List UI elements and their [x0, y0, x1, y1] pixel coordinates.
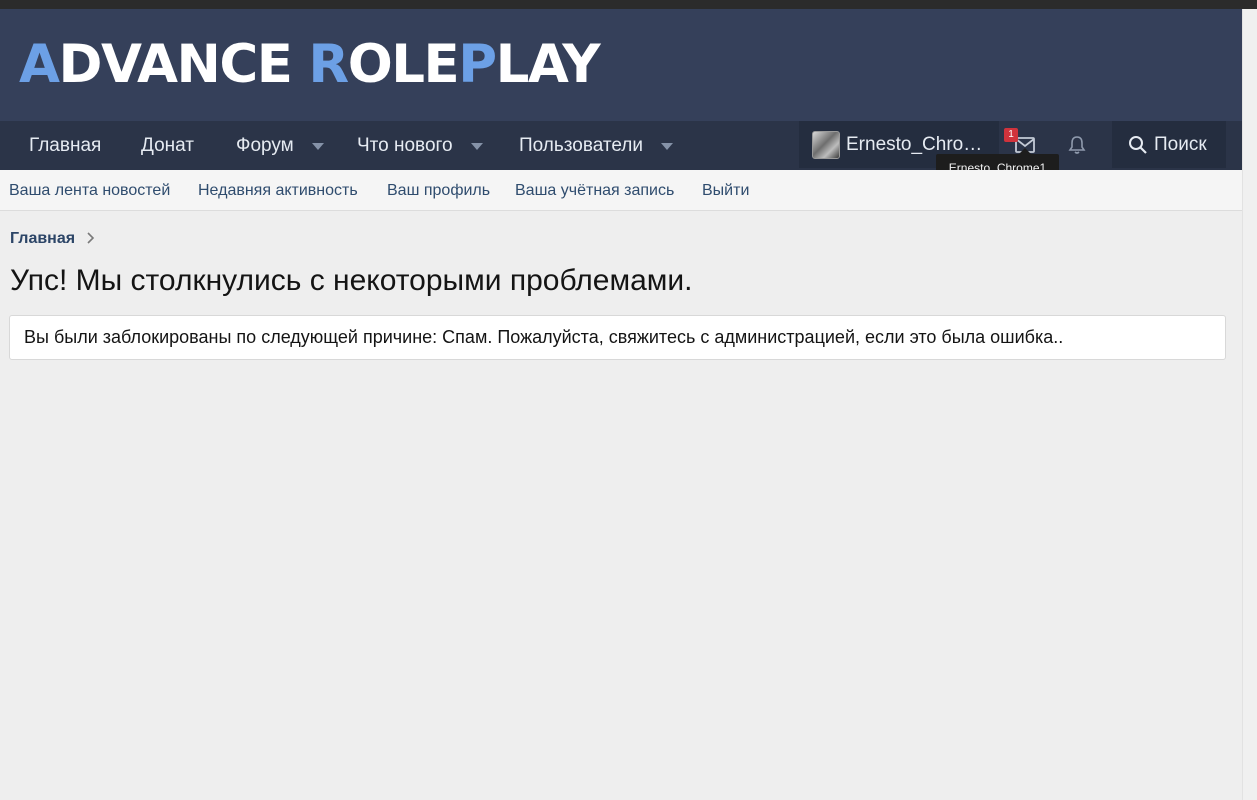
logo-part: OLE: [347, 34, 460, 95]
tab-whats-new-label: Что нового: [357, 134, 453, 156]
error-notice-text: Вы были заблокированы по следующей причи…: [24, 327, 1064, 347]
chevron-down-icon[interactable]: [311, 143, 324, 150]
search-label: Поиск: [1154, 133, 1207, 155]
tab-donate[interactable]: Донат: [141, 121, 194, 170]
logo-part: DVANCE: [58, 34, 309, 95]
subnav-recent-activity[interactable]: Недавняя активность: [198, 182, 358, 200]
tab-forum-label: Форум: [236, 134, 294, 156]
inbox-badge: 1: [1004, 128, 1018, 142]
tab-home[interactable]: Главная: [29, 121, 101, 170]
search-icon: [1129, 135, 1147, 154]
tab-home-label: Главная: [29, 134, 102, 156]
subnav-account[interactable]: Ваша учётная запись: [515, 182, 674, 200]
chevron-right-icon: [87, 232, 95, 244]
breadcrumb[interactable]: Главная: [10, 230, 75, 248]
subnav-profile[interactable]: Ваш профиль: [387, 182, 490, 200]
avatar: [812, 130, 840, 159]
sub-nav: Ваша лента новостей Недавняя активность …: [0, 170, 1242, 211]
bell-icon: [1068, 135, 1086, 154]
chevron-down-icon[interactable]: [470, 143, 483, 150]
logo-part: LAY: [495, 34, 601, 95]
error-notice: Вы были заблокированы по следующей причи…: [9, 315, 1226, 360]
tab-members-label: Пользователи: [519, 134, 644, 156]
subnav-news-feed[interactable]: Ваша лента новостей: [9, 182, 170, 200]
browser-top-strip: [0, 0, 1257, 9]
subnav-logout[interactable]: Выйти: [702, 182, 749, 200]
logo-part: P: [458, 34, 497, 95]
tab-forum[interactable]: Форум: [236, 121, 324, 170]
logo-part: R: [308, 34, 349, 95]
chevron-down-icon[interactable]: [661, 143, 674, 150]
site-header: ADVANCE ROLEPLAY: [0, 9, 1242, 121]
account-username: Ernesto_Chro…: [846, 133, 983, 155]
page-title: Упс! Мы столкнулись с некоторыми проблем…: [10, 264, 693, 297]
tab-whats-new[interactable]: Что нового: [357, 121, 483, 170]
alerts-button[interactable]: [1056, 121, 1098, 168]
page-scrollbar[interactable]: [1242, 9, 1257, 800]
search-button[interactable]: Поиск: [1112, 121, 1226, 168]
logo-part: A: [19, 34, 60, 95]
tab-members[interactable]: Пользователи: [519, 121, 674, 170]
tab-donate-label: Донат: [141, 134, 194, 156]
site-logo[interactable]: ADVANCE ROLEPLAY: [19, 38, 601, 91]
